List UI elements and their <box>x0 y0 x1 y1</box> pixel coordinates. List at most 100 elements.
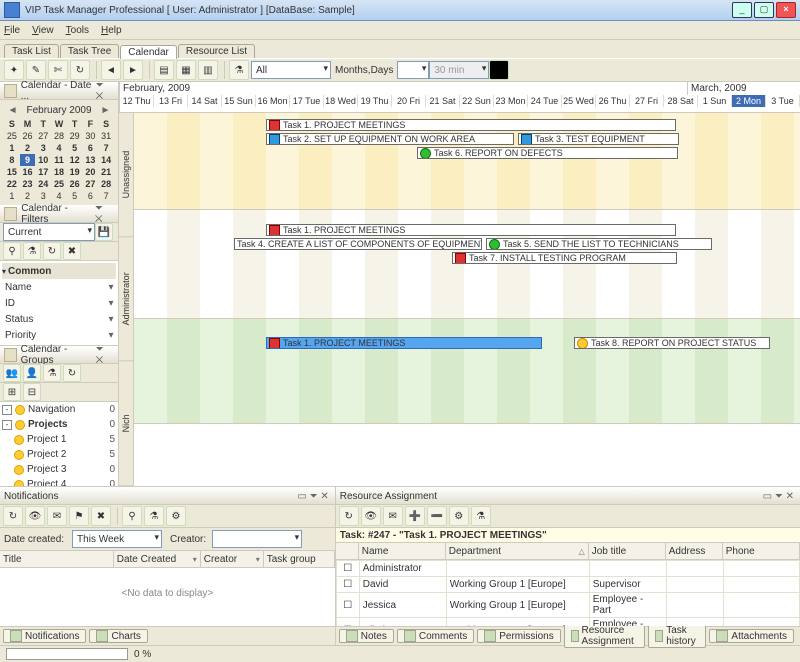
filter-tool2-icon[interactable]: ⚗ <box>23 242 41 260</box>
resource-table-header[interactable]: Name Department△ Job title Address Phone <box>336 543 800 560</box>
panel-calendar-date[interactable]: Calendar - Date ... ⏷ ✕ <box>0 82 118 100</box>
group-row[interactable]: -Navigation0 <box>0 402 118 417</box>
tab-task-tree[interactable]: Task Tree <box>60 44 119 58</box>
task-bar[interactable]: Task 2. SET UP EQUIPMENT ON WORK AREA <box>266 133 514 145</box>
view2-icon[interactable]: ▦ <box>176 60 196 80</box>
group-row[interactable]: Project 40 <box>0 477 118 486</box>
group-tree[interactable]: -Navigation0-Projects0Project 15 Project … <box>0 402 118 486</box>
gantt-day[interactable]: 13 Fri <box>154 95 188 107</box>
notif-tool-icon[interactable]: ↻ <box>3 506 23 526</box>
gantt-day[interactable]: 18 Wed <box>324 95 358 107</box>
tab-resource-assignment[interactable]: Resource Assignment <box>564 624 645 648</box>
task-bar[interactable]: Task 8. REPORT ON PROJECT STATUS <box>574 337 770 349</box>
menu-tools[interactable]: Tools <box>66 25 89 36</box>
filter-tool3-icon[interactable]: ↻ <box>43 242 61 260</box>
delete-task-icon[interactable]: ✄ <box>48 60 68 80</box>
gantt-day[interactable]: 19 Thu <box>358 95 392 107</box>
res-tool-icon[interactable]: ➖ <box>427 506 447 526</box>
group-row[interactable]: -Projects0 <box>0 417 118 432</box>
creator-select[interactable] <box>212 530 302 548</box>
gantt-day[interactable]: 3 Tue <box>766 95 800 107</box>
new-task-icon[interactable]: ✦ <box>4 60 24 80</box>
gantt-day[interactable]: 14 Sat <box>188 95 222 107</box>
minical-prev-icon[interactable]: ◄ <box>5 105 21 116</box>
gantt-day[interactable]: 1 Sun <box>698 95 732 107</box>
filter-row-priority[interactable]: Priority▾ <box>2 327 116 343</box>
res-tool-icon[interactable]: ✉ <box>383 506 403 526</box>
filter-section-common[interactable]: Common <box>8 266 51 277</box>
res-tool-icon[interactable]: 👁 <box>361 506 381 526</box>
panel-calendar-groups[interactable]: Calendar - Groups ⏷ ✕ <box>0 346 118 364</box>
resource-row[interactable]: ☐JessicaWorking Group 1 [Europe]Employee… <box>336 593 799 618</box>
notif-tool-icon[interactable]: ⚲ <box>122 506 142 526</box>
edit-task-icon[interactable]: ✎ <box>26 60 46 80</box>
notif-table-header[interactable]: Title Date Created▾ Creator▾ Task group <box>0 551 335 568</box>
view3-icon[interactable]: ▥ <box>198 60 218 80</box>
task-bar[interactable]: Task 1. PROJECT MEETINGS <box>266 337 542 349</box>
filter-preset-select[interactable]: Current <box>3 223 95 241</box>
groups-tool1-icon[interactable]: 👥 <box>3 364 21 382</box>
resource-row[interactable]: ☐NikolWorking Group 1 [Europe]Employee -… <box>336 618 799 627</box>
menu-file[interactable]: File <box>4 25 20 36</box>
collapse-icon[interactable]: ⏷ ✕ <box>93 203 114 225</box>
gantt-day[interactable]: 23 Mon <box>494 95 528 107</box>
gantt-day[interactable]: 25 Wed <box>562 95 596 107</box>
task-bar[interactable]: Task 6. REPORT ON DEFECTS <box>417 147 678 159</box>
notif-tool-icon[interactable]: ⚑ <box>69 506 89 526</box>
panel-calendar-filters[interactable]: Calendar - Filters ⏷ ✕ <box>0 205 118 223</box>
filter-icon[interactable]: ⚗ <box>229 60 249 80</box>
filter-row-id[interactable]: ID▾ <box>2 295 116 311</box>
gantt-day[interactable]: 24 Tue <box>528 95 562 107</box>
maximize-button[interactable]: ▢ <box>754 2 774 18</box>
task-bar[interactable]: Task 1. PROJECT MEETINGS <box>266 119 676 131</box>
resource-row[interactable]: ☐DavidWorking Group 1 [Europe]Supervisor <box>336 577 799 593</box>
tab-attachments[interactable]: Attachments <box>709 629 794 643</box>
group-row[interactable]: Project 15 <box>0 432 118 447</box>
filter-tool4-icon[interactable]: ✖ <box>63 242 81 260</box>
gantt-day[interactable]: 16 Mon <box>256 95 290 107</box>
refresh-icon[interactable]: ↻ <box>70 60 90 80</box>
gantt-day[interactable]: 15 Sun <box>222 95 256 107</box>
tab-task-list[interactable]: Task List <box>4 44 59 58</box>
res-tool-icon[interactable]: ⚗ <box>471 506 491 526</box>
gantt-day[interactable]: 2 Mon <box>732 95 766 107</box>
resource-table[interactable]: ☐Administrator☐DavidWorking Group 1 [Eur… <box>336 560 800 626</box>
menu-view[interactable]: View <box>32 25 54 36</box>
tab-resource-list[interactable]: Resource List <box>178 44 255 58</box>
filter-row-name[interactable]: Name▾ <box>2 279 116 295</box>
tab-notes[interactable]: Notes <box>339 629 394 643</box>
scale-select[interactable] <box>397 61 429 79</box>
notif-tool-icon[interactable]: ✖ <box>91 506 111 526</box>
gantt-day[interactable]: 27 Fri <box>630 95 664 107</box>
task-bar[interactable]: Task 4. CREATE A LIST OF COMPONENTS OF E… <box>234 238 482 250</box>
gantt-body[interactable]: Task 1. PROJECT MEETINGS Task 2. SET UP E… <box>134 113 800 486</box>
filter-tool1-icon[interactable]: ⚲ <box>3 242 21 260</box>
minical-next-icon[interactable]: ► <box>98 105 114 116</box>
groups-tool2-icon[interactable]: 👤 <box>23 364 41 382</box>
tab-comments[interactable]: Comments <box>397 629 474 643</box>
collapse-icon[interactable]: ⏷ ✕ <box>94 344 114 366</box>
gantt-day[interactable]: 20 Fri <box>392 95 426 107</box>
zoom-select[interactable]: 30 min <box>429 61 489 79</box>
notif-tool-icon[interactable]: 👁 <box>25 506 45 526</box>
task-bar[interactable]: Task 3. TEST EQUIPMENT <box>518 133 679 145</box>
task-bar[interactable]: Task 7. INSTALL TESTING PROGRAM <box>452 252 677 264</box>
filter-row-status[interactable]: Status▾ <box>2 311 116 327</box>
tab-notifications[interactable]: Notifications <box>3 629 86 643</box>
gantt-day[interactable]: 26 Thu <box>596 95 630 107</box>
groups-tool3-icon[interactable]: ⚗ <box>43 364 61 382</box>
pane-controls-icon[interactable]: ▭ ⏷ ✕ <box>295 491 330 502</box>
tab-charts[interactable]: Charts <box>89 629 147 643</box>
groups-expand-icon[interactable]: ⊞ <box>3 383 21 401</box>
menu-help[interactable]: Help <box>101 25 122 36</box>
prev-icon[interactable]: ◄ <box>101 60 121 80</box>
close-button[interactable]: × <box>776 2 796 18</box>
date-created-select[interactable]: This Week <box>72 530 162 548</box>
res-tool-icon[interactable]: ↻ <box>339 506 359 526</box>
gantt-day[interactable]: 28 Sat <box>664 95 698 107</box>
groups-collapse-icon[interactable]: ⊟ <box>23 383 41 401</box>
task-bar[interactable]: Task 5. SEND THE LIST TO TECHNICIANS <box>486 238 712 250</box>
filter-select[interactable]: All <box>251 61 331 79</box>
gantt-day[interactable]: 22 Sun <box>460 95 494 107</box>
gantt-day[interactable]: 17 Tue <box>290 95 324 107</box>
